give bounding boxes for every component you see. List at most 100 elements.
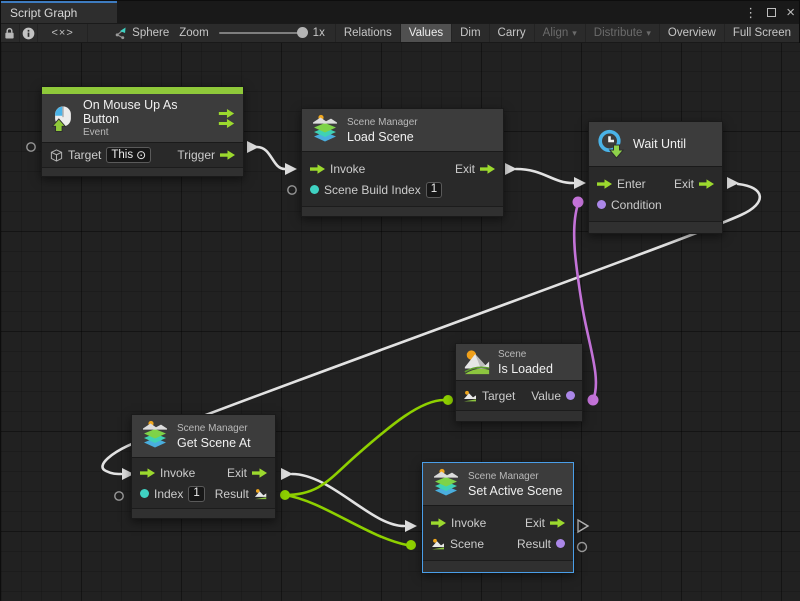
full-screen-button[interactable]: Full Screen bbox=[725, 24, 799, 42]
value-wires-green bbox=[285, 400, 444, 545]
node-footer bbox=[456, 410, 582, 421]
scene-build-index-port[interactable] bbox=[310, 185, 319, 194]
exit-port-arrow[interactable] bbox=[699, 179, 714, 189]
node-category: Scene Manager bbox=[347, 117, 495, 128]
index-value[interactable]: 1 bbox=[188, 486, 204, 502]
dim-button[interactable]: Dim bbox=[452, 24, 489, 42]
condition-port[interactable] bbox=[597, 200, 606, 209]
enter-port-label: Enter bbox=[617, 177, 646, 191]
relations-button[interactable]: Relations bbox=[336, 24, 401, 42]
scene-build-index-value[interactable]: 1 bbox=[426, 182, 442, 198]
event-accent-strip bbox=[42, 87, 243, 94]
code-view-button[interactable]: <×> bbox=[38, 24, 88, 42]
target-value-chip[interactable]: This ⊙ bbox=[106, 147, 151, 163]
port-setactive-result bbox=[578, 543, 587, 552]
result-port[interactable] bbox=[556, 539, 565, 548]
lock-icon bbox=[4, 27, 15, 40]
event-double-arrow-icon bbox=[218, 109, 235, 128]
condition-port-label: Condition bbox=[611, 198, 662, 212]
exit-port-label: Exit bbox=[674, 177, 694, 191]
node-load-scene[interactable]: Scene Manager Load Scene Invoke Exit Sce… bbox=[301, 108, 504, 217]
wire-getsceneat-to-setactive bbox=[292, 474, 404, 526]
flow-out-mouseup bbox=[247, 141, 259, 153]
flow-out-loadscene bbox=[505, 163, 517, 175]
info-button[interactable] bbox=[20, 24, 39, 42]
node-get-scene-at[interactable]: Scene Manager Get Scene At Invoke Exit I… bbox=[131, 414, 276, 519]
node-title: Get Scene At bbox=[177, 436, 267, 450]
close-icon[interactable]: × bbox=[786, 5, 795, 20]
scene-build-index-label: Scene Build Index bbox=[324, 183, 421, 197]
graph-canvas[interactable]: On Mouse Up As Button Event Target This … bbox=[1, 43, 800, 601]
enter-port-arrow[interactable] bbox=[597, 179, 612, 189]
node-subtitle: Event bbox=[83, 127, 211, 138]
graph-breadcrumb[interactable]: Sphere bbox=[88, 27, 179, 40]
value-port-label: Value bbox=[531, 389, 561, 403]
exit-port-arrow[interactable] bbox=[550, 518, 565, 528]
cube-icon bbox=[50, 149, 63, 162]
wire-result-to-scene bbox=[285, 495, 407, 545]
flow-in-loadscene bbox=[285, 163, 297, 175]
zoom-slider-handle[interactable] bbox=[297, 27, 308, 38]
mini-scene-icon bbox=[254, 488, 267, 500]
result-port-label: Result bbox=[517, 537, 551, 551]
graph-icon bbox=[112, 27, 127, 40]
port-mouseup-left bbox=[27, 143, 35, 151]
exit-port-label: Exit bbox=[525, 516, 545, 530]
distribute-button[interactable]: Distribute▾ bbox=[586, 24, 660, 42]
maximize-icon[interactable] bbox=[767, 8, 776, 17]
result-port-label: Result bbox=[215, 487, 249, 501]
green-in-dot-setactive bbox=[406, 540, 416, 550]
carry-button[interactable]: Carry bbox=[490, 24, 535, 42]
wait-until-icon bbox=[597, 129, 626, 159]
port-setactive-exit bbox=[578, 520, 588, 532]
flow-in-setactive bbox=[405, 520, 417, 532]
overview-button[interactable]: Overview bbox=[660, 24, 725, 42]
menu-icon[interactable]: ⋮ bbox=[744, 6, 757, 19]
node-set-active-scene[interactable]: Scene Manager Set Active Scene Invoke Ex… bbox=[422, 462, 574, 573]
node-category: Scene bbox=[498, 349, 575, 360]
chevron-down-icon: ▾ bbox=[572, 28, 577, 39]
scene-manager-icon bbox=[431, 468, 461, 500]
node-footer bbox=[423, 560, 573, 572]
info-icon bbox=[22, 27, 35, 40]
node-footer bbox=[589, 221, 722, 233]
exit-port-arrow[interactable] bbox=[252, 468, 267, 478]
target-port-label: Target bbox=[482, 389, 515, 403]
chevron-down-icon: ▾ bbox=[646, 28, 651, 39]
trigger-port-arrow[interactable] bbox=[220, 150, 235, 160]
tab-title: Script Graph bbox=[10, 6, 77, 20]
mini-scene-icon bbox=[463, 390, 477, 402]
green-in-dot-isloaded bbox=[443, 395, 453, 405]
code-icon: <×> bbox=[51, 27, 73, 39]
node-footer bbox=[302, 206, 503, 216]
node-footer bbox=[42, 167, 243, 176]
invoke-port-label: Invoke bbox=[160, 466, 195, 480]
script-graph-window: Script Graph ⋮ × <×> Sphere Zoom bbox=[0, 0, 800, 600]
scene-icon bbox=[463, 348, 491, 376]
node-footer bbox=[132, 508, 275, 518]
lock-button[interactable] bbox=[1, 24, 20, 42]
node-is-loaded[interactable]: Scene Is Loaded Target Value bbox=[455, 343, 583, 422]
node-category: Scene Manager bbox=[177, 423, 267, 434]
node-title: Set Active Scene bbox=[468, 484, 565, 498]
zoom-slider[interactable] bbox=[219, 32, 307, 34]
zoom-label: Zoom bbox=[179, 27, 208, 39]
exit-port-label: Exit bbox=[227, 466, 247, 480]
invoke-port-arrow[interactable] bbox=[310, 164, 325, 174]
node-wait-until[interactable]: Wait Until Enter Exit Condition bbox=[588, 121, 723, 234]
index-port-label: Index bbox=[154, 487, 183, 501]
align-button[interactable]: Align▾ bbox=[535, 24, 586, 42]
values-button[interactable]: Values bbox=[401, 24, 452, 42]
index-port[interactable] bbox=[140, 489, 149, 498]
purple-in-dot bbox=[573, 197, 584, 208]
invoke-port-arrow[interactable] bbox=[431, 518, 446, 528]
green-out-dot bbox=[280, 490, 290, 500]
value-port[interactable] bbox=[566, 391, 575, 400]
invoke-port-arrow[interactable] bbox=[140, 468, 155, 478]
node-on-mouse-up-as-button[interactable]: On Mouse Up As Button Event Target This … bbox=[41, 86, 244, 177]
wire-result-to-isloaded bbox=[285, 400, 444, 495]
object-picker-icon[interactable]: ⊙ bbox=[136, 148, 146, 163]
exit-port-arrow[interactable] bbox=[480, 164, 495, 174]
tab-script-graph[interactable]: Script Graph bbox=[1, 1, 117, 23]
scene-manager-icon bbox=[310, 114, 340, 146]
